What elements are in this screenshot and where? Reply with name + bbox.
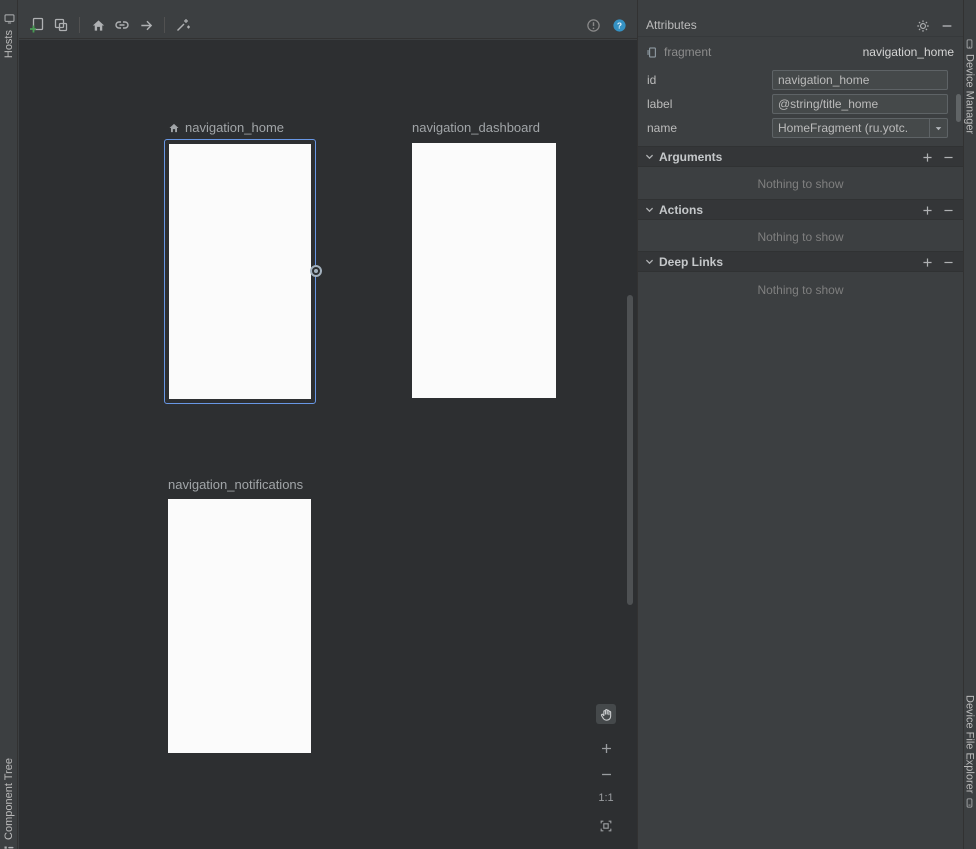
zoom-in-icon: [600, 742, 613, 755]
name-field-label: name: [647, 121, 677, 135]
fragment-notifications-title: navigation_notifications: [168, 477, 303, 492]
tool-window-hosts[interactable]: Hosts: [0, 12, 18, 58]
deep-link-icon: [114, 17, 130, 33]
section-actions-header[interactable]: Actions: [638, 199, 963, 220]
pan-tool-button[interactable]: [596, 704, 616, 724]
auto-arrange-button[interactable]: [171, 13, 195, 37]
actions-empty-text: Nothing to show: [638, 230, 963, 244]
fragment-home-header[interactable]: navigation_home: [168, 120, 284, 135]
zoom-to-fit-button[interactable]: [598, 818, 614, 834]
nested-graph-icon: [53, 17, 69, 33]
add-deep-link-icon[interactable]: [920, 255, 935, 270]
zoom-to-fit-icon: [599, 819, 613, 833]
toolbar-separator: [164, 17, 165, 33]
device-manager-icon: [964, 38, 975, 50]
id-input[interactable]: [772, 70, 948, 90]
section-arguments-title: Arguments: [659, 150, 722, 164]
field-row-name: name HomeFragment (ru.yotc.: [638, 118, 963, 138]
help-button[interactable]: ?: [609, 15, 629, 35]
zoom-out-button[interactable]: [598, 766, 614, 782]
field-row-id: id: [638, 70, 963, 90]
label-field-label: label: [647, 97, 672, 111]
hide-panel-icon[interactable]: [939, 18, 955, 34]
nested-graph-button[interactable]: [49, 13, 73, 37]
fragment-notifications-card[interactable]: [168, 499, 311, 753]
fragment-dashboard-title: navigation_dashboard: [412, 120, 540, 135]
issues-button[interactable]: [583, 15, 603, 35]
action-arrow-icon: [139, 18, 154, 33]
component-tree-label: Component Tree: [3, 758, 15, 840]
chevron-down-icon[interactable]: [644, 256, 655, 267]
errors-icon: [586, 18, 601, 33]
remove-action-icon[interactable]: [941, 203, 956, 218]
section-actions-title: Actions: [659, 203, 703, 217]
attributes-header: Attributes: [638, 14, 963, 37]
deep-link-button[interactable]: [110, 13, 134, 37]
tool-window-component-tree[interactable]: Component Tree: [0, 758, 18, 849]
home-icon: [91, 18, 106, 33]
action-button[interactable]: [134, 13, 158, 37]
fragment-dashboard-header[interactable]: navigation_dashboard: [412, 120, 540, 135]
add-action-icon[interactable]: [920, 203, 935, 218]
name-dropdown-value: HomeFragment (ru.yotc.: [773, 121, 929, 135]
tool-window-device-manager[interactable]: Device Manager: [963, 38, 976, 134]
left-tool-stripe: Hosts Component Tree: [0, 0, 18, 849]
section-deep-links-header[interactable]: Deep Links: [638, 251, 963, 272]
label-input[interactable]: [772, 94, 948, 114]
remove-deep-link-icon[interactable]: [941, 255, 956, 270]
navigation-graph-canvas[interactable]: navigation_home navigation_dashboard nav…: [19, 40, 637, 849]
fragment-icon: [646, 46, 659, 59]
component-tree-icon: [3, 845, 15, 849]
hosts-label: Hosts: [3, 30, 15, 58]
fragment-home-action-handle[interactable]: [310, 265, 322, 277]
device-file-explorer-label: Device File Explorer: [964, 695, 976, 793]
zoom-in-button[interactable]: [598, 740, 614, 756]
remove-argument-icon[interactable]: [941, 150, 956, 165]
new-destination-button[interactable]: [25, 13, 49, 37]
chevron-down-icon[interactable]: [644, 151, 655, 162]
component-summary-row: fragment navigation_home: [638, 42, 963, 62]
device-file-explorer-icon: [964, 797, 975, 809]
zoom-scale-label[interactable]: 1:1: [595, 792, 617, 804]
hosts-icon: [3, 12, 16, 25]
start-destination-home-icon: [168, 122, 180, 134]
fragment-home-title: navigation_home: [185, 120, 284, 135]
canvas-vertical-scrollbar[interactable]: [627, 295, 633, 605]
assign-start-destination-button[interactable]: [86, 13, 110, 37]
tool-window-device-file-explorer[interactable]: Device File Explorer: [963, 695, 976, 809]
field-row-label: label: [638, 94, 963, 114]
toolbar-separator: [79, 17, 80, 33]
gear-icon[interactable]: [915, 18, 931, 34]
new-destination-icon: [29, 17, 45, 33]
fragment-home-card[interactable]: [164, 139, 316, 404]
chevron-down-icon[interactable]: [644, 204, 655, 215]
hand-icon: [599, 707, 614, 722]
attributes-scrollbar[interactable]: [956, 94, 961, 122]
attributes-title: Attributes: [646, 18, 697, 32]
component-id-value: navigation_home: [863, 45, 954, 59]
device-manager-label: Device Manager: [964, 54, 976, 134]
name-dropdown[interactable]: HomeFragment (ru.yotc.: [772, 118, 948, 138]
zoom-out-icon: [600, 768, 613, 781]
attributes-panel: Attributes fragment navigation_home id l…: [637, 0, 963, 849]
section-arguments-header[interactable]: Arguments: [638, 146, 963, 167]
arguments-empty-text: Nothing to show: [638, 177, 963, 191]
deep-links-empty-text: Nothing to show: [638, 283, 963, 297]
chevron-down-icon: [929, 119, 947, 137]
right-tool-stripe: Device Manager Device File Explorer: [963, 0, 976, 849]
design-toolbar: ?: [19, 0, 637, 39]
svg-text:?: ?: [616, 20, 621, 30]
fragment-notifications-header[interactable]: navigation_notifications: [168, 477, 303, 492]
fragment-dashboard-card[interactable]: [412, 143, 556, 398]
auto-arrange-icon: [175, 17, 191, 33]
add-argument-icon[interactable]: [920, 150, 935, 165]
component-type-label: fragment: [664, 45, 711, 59]
navigation-editor-window: Code Split Design Hosts Component Tree D…: [0, 0, 976, 849]
fragment-home-preview: [169, 144, 311, 399]
section-deep-links-title: Deep Links: [659, 255, 723, 269]
help-icon: ?: [612, 18, 627, 33]
id-field-label: id: [647, 73, 656, 87]
